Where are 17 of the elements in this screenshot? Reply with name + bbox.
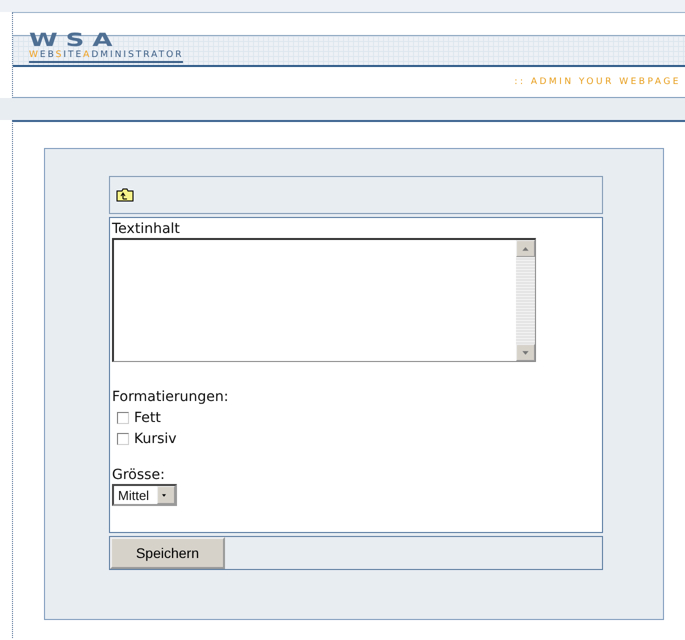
logo-subtitle: W EB S ITE A DMINISTRATOR	[29, 50, 184, 61]
text-area[interactable]	[112, 238, 536, 362]
tagline: :: ADMIN YOUR WEBPAGE	[514, 77, 681, 87]
formatting-label: Formatierungen:	[112, 388, 230, 406]
save-button[interactable]: Speichern	[110, 537, 225, 569]
scroll-down-button[interactable]	[516, 344, 535, 361]
size-label: Grösse:	[112, 466, 166, 484]
logo: WSA	[29, 32, 121, 45]
folder-up-icon[interactable]	[116, 188, 134, 202]
caret-icon	[162, 492, 166, 498]
size-dropdown[interactable]: Mittel	[112, 484, 178, 506]
checkbox[interactable]	[117, 433, 129, 445]
checkbox-label: Fett	[134, 409, 161, 427]
content-label: Textinhalt	[112, 220, 181, 238]
checkbox[interactable]	[117, 412, 129, 424]
scroll-up-button[interactable]	[516, 240, 535, 257]
checkbox-label: Kursiv	[134, 430, 177, 448]
